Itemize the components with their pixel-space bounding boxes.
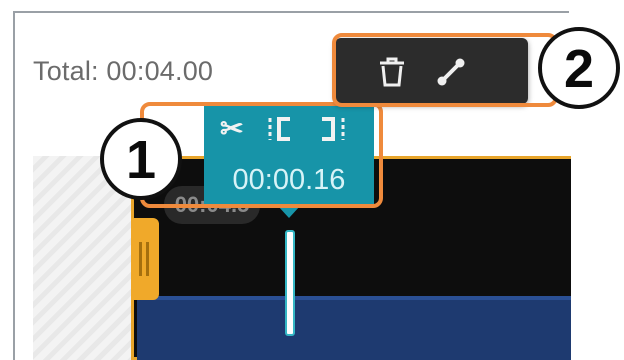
audio-track[interactable] (137, 296, 571, 360)
total-duration-label: Total: 00:04.00 (33, 56, 214, 86)
grip-line (146, 242, 149, 276)
callout-badge-1: 1 (100, 118, 182, 200)
grip-line (139, 242, 142, 276)
playhead[interactable] (285, 230, 295, 336)
callout-badge-2: 2 (538, 27, 620, 109)
clip-trim-handle[interactable] (131, 218, 159, 300)
highlight-box-2 (332, 33, 558, 107)
